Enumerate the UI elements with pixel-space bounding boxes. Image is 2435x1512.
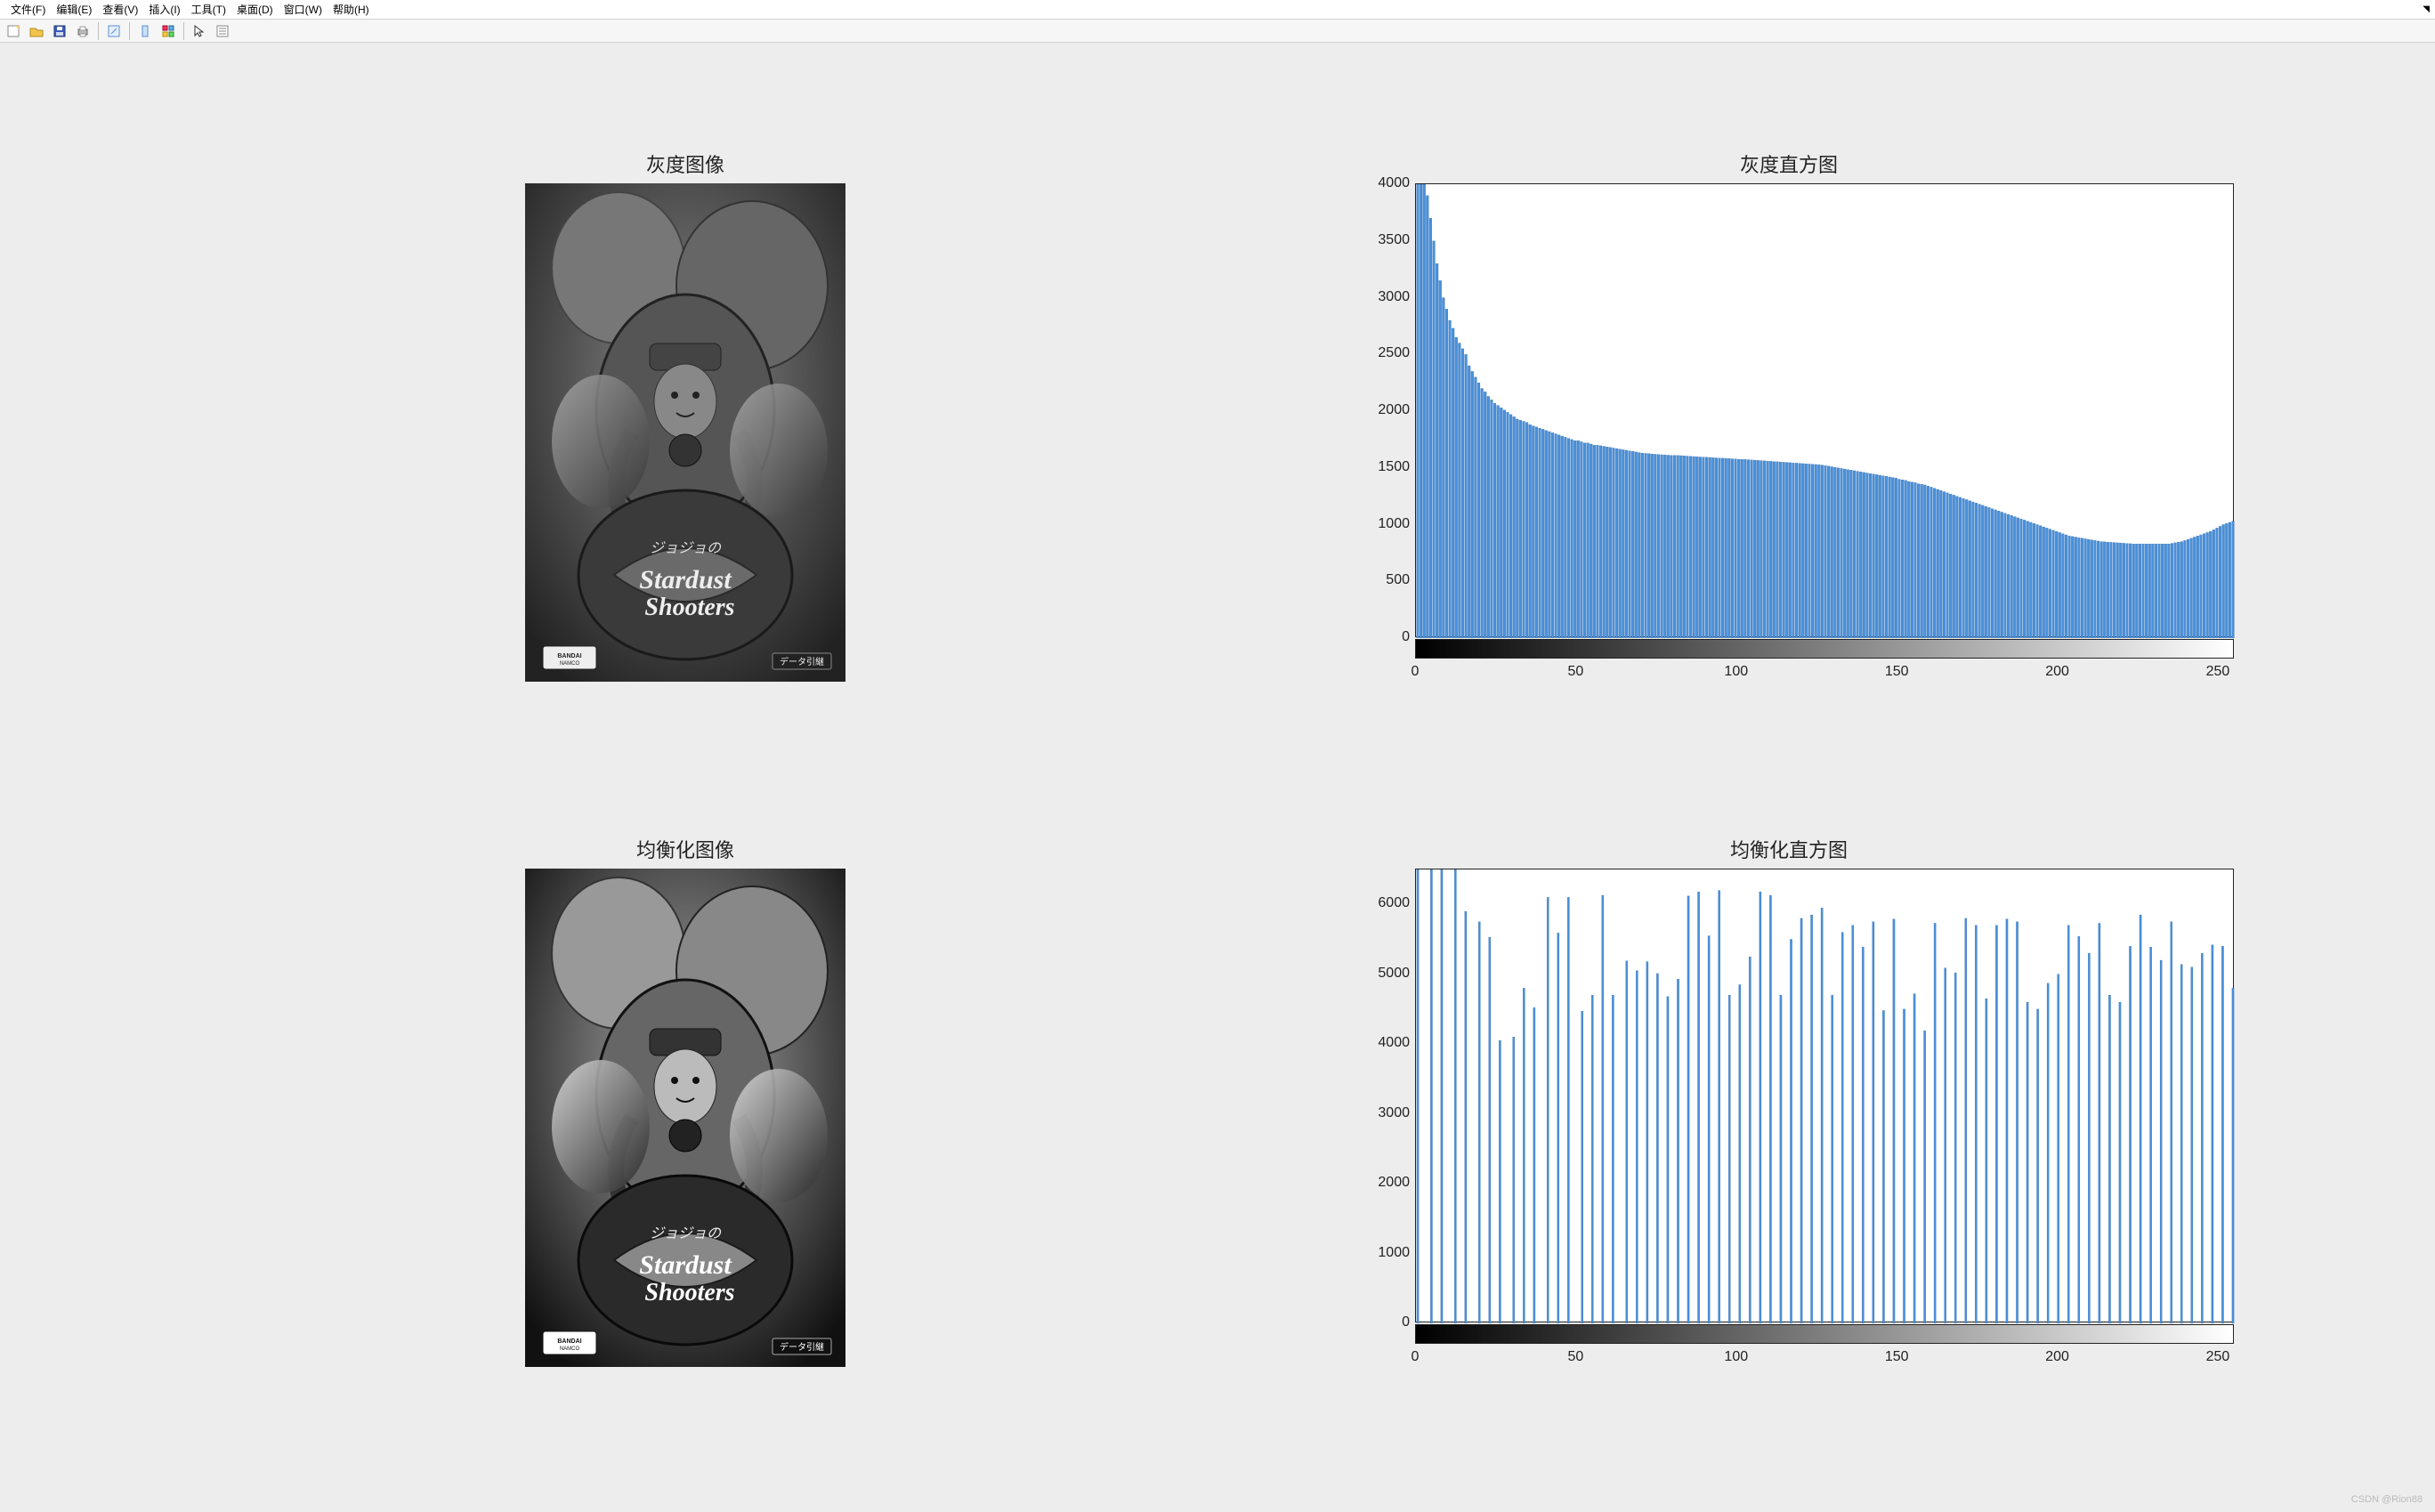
x-tick-label: 200	[2040, 1349, 2075, 1365]
zoom-button[interactable]	[104, 21, 124, 41]
y-tick-label: 3000	[1347, 289, 1410, 305]
x-tick-label: 250	[2200, 664, 2236, 680]
x-tick-label: 50	[1557, 664, 1593, 680]
data-cursor-button[interactable]	[158, 21, 178, 41]
publisher-badge-text2: NAMCO	[560, 661, 580, 667]
y-tick-label: 4000	[1347, 1035, 1410, 1051]
gradient-colorbar	[1415, 1324, 2234, 1344]
pointer-button[interactable]	[190, 21, 209, 41]
menu-insert[interactable]: 插入(I)	[143, 0, 185, 19]
menu-file[interactable]: 文件(F)	[5, 0, 51, 19]
open-button[interactable]	[27, 21, 46, 41]
publisher-badge-text: BANDAI	[557, 653, 581, 659]
x-tick-label: 250	[2200, 1349, 2236, 1365]
menu-view[interactable]: 查看(V)	[97, 0, 143, 19]
menu-desktop[interactable]: 桌面(D)	[231, 0, 279, 19]
image-title-text2: Shooters	[644, 594, 734, 621]
y-tick-label: 3000	[1347, 1105, 1410, 1121]
svg-text:ジョジョの: ジョジョの	[650, 1226, 722, 1241]
y-tick-label: 2500	[1347, 345, 1410, 361]
y-tick-label: 0	[1347, 1314, 1410, 1330]
save-button[interactable]	[50, 21, 69, 41]
y-tick-label: 3500	[1347, 232, 1410, 248]
y-tick-label: 1000	[1347, 516, 1410, 532]
x-tick-label: 100	[1719, 1349, 1754, 1365]
insert-colorbar-button[interactable]	[213, 21, 232, 41]
subplot-equalized-histogram: 均衡化直方图 0 1000 2000 3000 4000 5000 6000 0 50 100 1…	[1317, 835, 2261, 1367]
x-tick-label: 200	[2040, 664, 2075, 680]
toolbar-separator	[98, 22, 99, 40]
x-tick-label: 0	[1397, 1349, 1433, 1365]
subplot-grayscale-histogram: 灰度直方图 0 500 1000 1500 2000 2500 3000 3500 4000 0…	[1317, 150, 2261, 682]
equalized-image: ジョジョの Stardust Shooters BANDAI NAMCO データ…	[525, 869, 845, 1367]
x-tick-label: 100	[1719, 664, 1754, 680]
menu-window[interactable]: 窗口(W)	[279, 0, 328, 19]
menu-edit[interactable]: 编辑(E)	[51, 0, 97, 19]
subplot-title: 均衡化图像	[498, 835, 872, 863]
subplot-title: 灰度直方图	[1317, 150, 2261, 178]
histogram-chart-1	[1415, 183, 2234, 637]
new-figure-button[interactable]	[4, 21, 23, 41]
x-tick-label: 150	[1879, 664, 1914, 680]
y-tick-label: 2000	[1347, 1175, 1410, 1191]
y-tick-label: 0	[1347, 629, 1410, 645]
grayscale-image: ジョジョの Stardust Shooters BANDAI NAMCO データ…	[525, 183, 845, 682]
svg-text:データ引継: データ引継	[780, 1341, 824, 1353]
y-tick-label: 4000	[1347, 175, 1410, 191]
svg-text:Stardust: Stardust	[639, 1250, 732, 1280]
y-tick-label: 500	[1347, 572, 1410, 588]
dock-arrow-icon[interactable]: ◥	[2423, 4, 2430, 14]
x-tick-label: 50	[1557, 1349, 1593, 1365]
y-tick-label: 2000	[1347, 402, 1410, 418]
y-tick-label: 1500	[1347, 459, 1410, 475]
svg-text:NAMCO: NAMCO	[560, 1346, 580, 1352]
subplot-grayscale-image: 灰度图像	[498, 150, 872, 682]
svg-text:BANDAI: BANDAI	[557, 1338, 581, 1345]
menu-bar: 文件(F) 编辑(E) 查看(V) 插入(I) 工具(T) 桌面(D) 窗口(W…	[0, 0, 2435, 20]
menu-help[interactable]: 帮助(H)	[328, 0, 375, 19]
subplot-equalized-image: 均衡化图像	[498, 835, 872, 1367]
gradient-colorbar	[1415, 639, 2234, 659]
watermark: CSDN @Rion88	[2351, 1494, 2423, 1505]
y-tick-label: 6000	[1347, 895, 1410, 911]
toolbar-separator	[129, 22, 130, 40]
histogram-chart-2	[1415, 869, 2234, 1322]
toolbar	[0, 20, 2435, 43]
data-badge-text: データ引継	[780, 656, 824, 667]
svg-text:Shooters: Shooters	[644, 1279, 734, 1306]
y-tick-label: 1000	[1347, 1245, 1410, 1261]
print-button[interactable]	[73, 21, 93, 41]
figure-area: 灰度图像	[0, 43, 2435, 1512]
image-title-text: Stardust	[639, 565, 732, 594]
menu-tools[interactable]: 工具(T)	[186, 0, 231, 19]
toolbar-separator	[183, 22, 184, 40]
x-tick-label: 150	[1879, 1349, 1914, 1365]
subplot-title: 均衡化直方图	[1317, 835, 2261, 863]
rotate-button[interactable]	[135, 21, 155, 41]
subplot-title: 灰度图像	[498, 150, 872, 178]
y-tick-label: 5000	[1347, 966, 1410, 982]
x-tick-label: 0	[1397, 664, 1433, 680]
image-subtitle-text: ジョジョの	[650, 541, 722, 556]
